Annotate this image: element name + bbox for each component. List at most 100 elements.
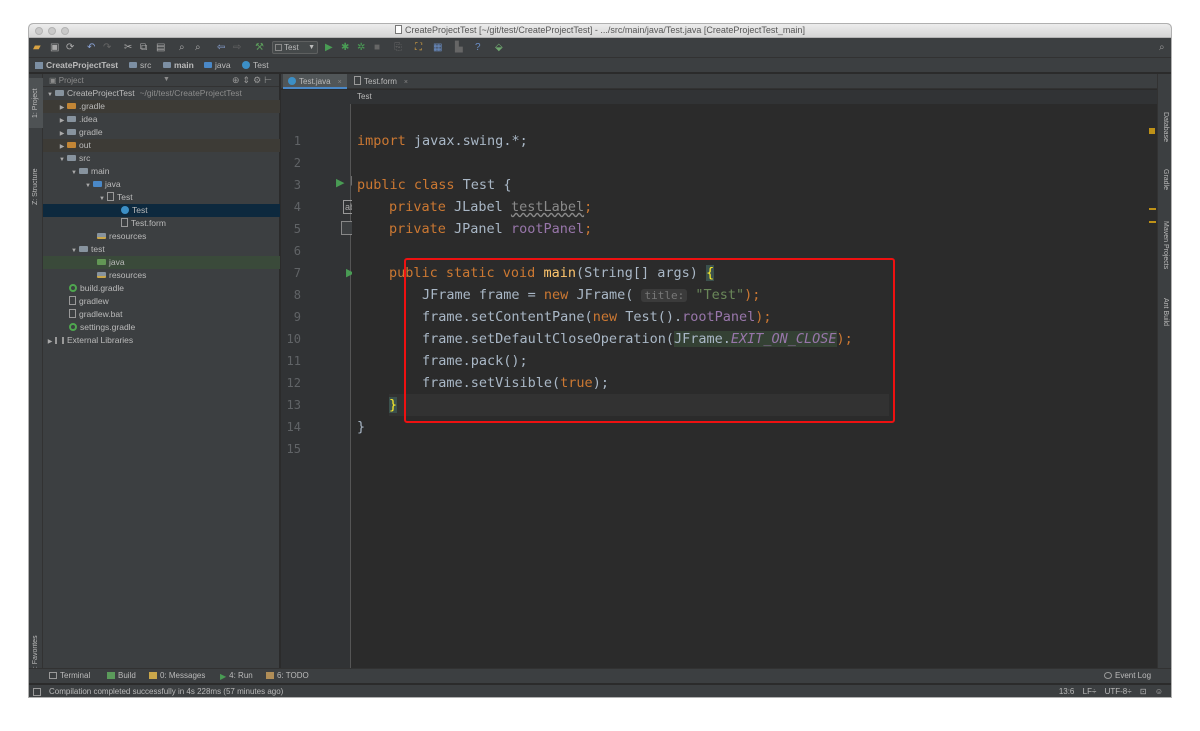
chevron-right-icon[interactable]: ▶ bbox=[45, 336, 55, 349]
tree-item-main[interactable]: ▼ main bbox=[43, 165, 280, 178]
tool-messages[interactable]: 0: Messages bbox=[149, 671, 205, 680]
tree-path: ~/git/test/CreateProjectTest bbox=[139, 88, 242, 98]
close-icon[interactable]: × bbox=[404, 79, 408, 86]
cut-icon[interactable]: ✂ bbox=[124, 42, 132, 54]
sdk-icon[interactable]: ⎘ bbox=[394, 42, 402, 54]
warning-mark[interactable] bbox=[1149, 221, 1156, 223]
collapse-all-icon[interactable]: ⇕ bbox=[243, 75, 254, 85]
file-encoding[interactable]: UTF-8÷ bbox=[1105, 687, 1132, 696]
lock-icon[interactable]: ⊡ bbox=[1140, 687, 1147, 696]
line-separator[interactable]: LF÷ bbox=[1083, 687, 1097, 696]
main-toolbar: ▰ ▣ ⟳ ↶ ↷ ✂ ⧉ ▤ ⌕ ⌕ ⇦ ⇨ ⚒ Test ▼ ▶ ✱ ✲ ■ … bbox=[29, 38, 1171, 58]
tree-item-out[interactable]: ▶ out bbox=[43, 139, 280, 152]
inspector-icon[interactable]: ☺ bbox=[1155, 687, 1163, 696]
project-settings-icon[interactable]: ▦ bbox=[433, 42, 442, 54]
event-log-icon bbox=[1104, 672, 1112, 679]
run-icon: ▶ bbox=[220, 672, 227, 681]
tree-label: main bbox=[91, 166, 110, 176]
toggle-tool-windows-icon[interactable] bbox=[33, 688, 41, 696]
crumb-test[interactable]: Test bbox=[242, 60, 269, 70]
editor-breadcrumb[interactable]: Test bbox=[281, 90, 1159, 104]
tree-item-idea[interactable]: ▶ .idea bbox=[43, 113, 280, 126]
copy-icon[interactable]: ⧉ bbox=[140, 42, 147, 54]
panel-actions: ⊕⇕⚙⊢ bbox=[232, 75, 275, 86]
tab-test-java[interactable]: Test.java × bbox=[283, 74, 347, 89]
gradle-icon bbox=[69, 284, 77, 292]
file-icon bbox=[69, 296, 76, 305]
tool-todo[interactable]: 6: TODO bbox=[266, 671, 309, 680]
stop-icon[interactable]: ■ bbox=[374, 42, 380, 54]
tree-item-test-java[interactable]: java bbox=[43, 256, 280, 269]
caret-position[interactable]: 13:6 bbox=[1059, 687, 1075, 696]
warning-indicator[interactable] bbox=[1149, 128, 1155, 134]
tab-project[interactable]: 1: Project bbox=[29, 78, 43, 128]
tree-item-gradlew-bat[interactable]: gradlew.bat bbox=[43, 308, 280, 321]
sync-icon[interactable]: ⟳ bbox=[66, 42, 74, 54]
run-icon[interactable]: ▶ bbox=[325, 42, 333, 54]
tree-item-src[interactable]: ▼ src bbox=[43, 152, 280, 165]
tree-item-test[interactable]: ▼ test bbox=[43, 243, 280, 256]
gear-icon[interactable]: ⚙ bbox=[253, 75, 264, 85]
build-icon[interactable]: ⚒ bbox=[255, 42, 264, 54]
line-number: 7 bbox=[293, 266, 301, 280]
warning-mark[interactable] bbox=[1149, 208, 1156, 210]
tree-item-test-form-group[interactable]: ▼ Test bbox=[43, 191, 280, 204]
tree-item-test-resources[interactable]: resources bbox=[43, 269, 280, 282]
crumb-main[interactable]: main bbox=[163, 60, 194, 70]
tab-ant-build[interactable]: Ant Build bbox=[1158, 290, 1171, 334]
save-icon[interactable]: ▣ bbox=[50, 42, 59, 54]
tree-item-test-class[interactable]: Test bbox=[43, 204, 280, 217]
tool-run[interactable]: ▶ 4: Run bbox=[220, 671, 253, 681]
debug-icon[interactable]: ✱ bbox=[341, 42, 349, 54]
run-class-icon[interactable]: ▶ bbox=[336, 177, 344, 189]
paste-icon[interactable]: ▤ bbox=[156, 42, 165, 54]
undo-icon[interactable]: ↶ bbox=[87, 42, 95, 54]
help-icon[interactable]: ? bbox=[475, 42, 481, 54]
token-text: javax.swing.*; bbox=[405, 133, 528, 149]
back-icon[interactable]: ⇦ bbox=[217, 42, 225, 54]
tool-terminal[interactable]: Terminal bbox=[49, 671, 90, 680]
find-icon[interactable]: ⌕ bbox=[179, 42, 185, 54]
layout-icon[interactable]: ▙ bbox=[455, 42, 463, 54]
token-punct: ; bbox=[584, 221, 593, 237]
editor-error-stripe[interactable] bbox=[1148, 104, 1157, 668]
project-view-select[interactable]: ▣ Project bbox=[49, 76, 84, 85]
coverage-icon[interactable]: ✲ bbox=[357, 42, 365, 54]
tool-event-log[interactable]: Event Log bbox=[1104, 671, 1151, 680]
tree-item-build-gradle[interactable]: build.gradle bbox=[43, 282, 280, 295]
tree-item-project-root[interactable]: ▼ CreateProjectTest ~/git/test/CreateProje… bbox=[43, 87, 280, 100]
search-icon[interactable]: ⌕ bbox=[1159, 42, 1165, 54]
crumb-project[interactable]: CreateProjectTest bbox=[35, 60, 118, 70]
chevron-down-icon[interactable]: ▼ bbox=[163, 76, 170, 83]
tab-database[interactable]: Database bbox=[1158, 104, 1171, 150]
run-config-select[interactable]: Test ▼ bbox=[272, 41, 318, 54]
structure-icon[interactable]: ⛶ bbox=[415, 42, 422, 54]
forward-icon[interactable]: ⇨ bbox=[233, 42, 241, 54]
tab-maven-projects[interactable]: Maven Projects bbox=[1158, 210, 1171, 280]
close-icon[interactable]: × bbox=[338, 79, 342, 86]
scroll-from-source-icon[interactable]: ⊕ bbox=[232, 75, 243, 85]
tree-item-gradle-dir[interactable]: ▶ .gradle bbox=[43, 100, 280, 113]
crumb-java[interactable]: java bbox=[204, 60, 231, 70]
tree-item-gradlew[interactable]: gradlew bbox=[43, 295, 280, 308]
crumb-src[interactable]: src bbox=[129, 60, 151, 70]
tree-label: gradlew.bat bbox=[79, 309, 123, 319]
tree-item-gradle[interactable]: ▶ gradle bbox=[43, 126, 280, 139]
open-icon[interactable]: ▰ bbox=[33, 42, 41, 54]
tab-gradle[interactable]: Gradle bbox=[1158, 160, 1171, 200]
hide-panel-icon[interactable]: ⊢ bbox=[264, 75, 275, 85]
tab-test-form[interactable]: Test.form × bbox=[349, 74, 413, 89]
redo-icon[interactable]: ↷ bbox=[103, 42, 111, 54]
tree-item-settings-gradle[interactable]: settings.gradle bbox=[43, 321, 280, 334]
status-message[interactable]: Compilation completed successfully in 4s… bbox=[49, 687, 283, 696]
tree-label: java bbox=[109, 257, 125, 267]
vcs-icon[interactable]: ⬙ bbox=[495, 42, 503, 54]
tab-structure[interactable]: Z: Structure bbox=[29, 158, 43, 216]
tool-build[interactable]: Build bbox=[107, 671, 136, 680]
tree-item-main-resources[interactable]: resources bbox=[43, 230, 280, 243]
tree-item-external-libraries[interactable]: ▶ External Libraries bbox=[43, 334, 280, 347]
tree-item-test-form[interactable]: Test.form bbox=[43, 217, 280, 230]
folder-icon bbox=[67, 116, 76, 122]
replace-icon[interactable]: ⌕ bbox=[195, 42, 201, 54]
tree-item-main-java[interactable]: ▼ java bbox=[43, 178, 280, 191]
